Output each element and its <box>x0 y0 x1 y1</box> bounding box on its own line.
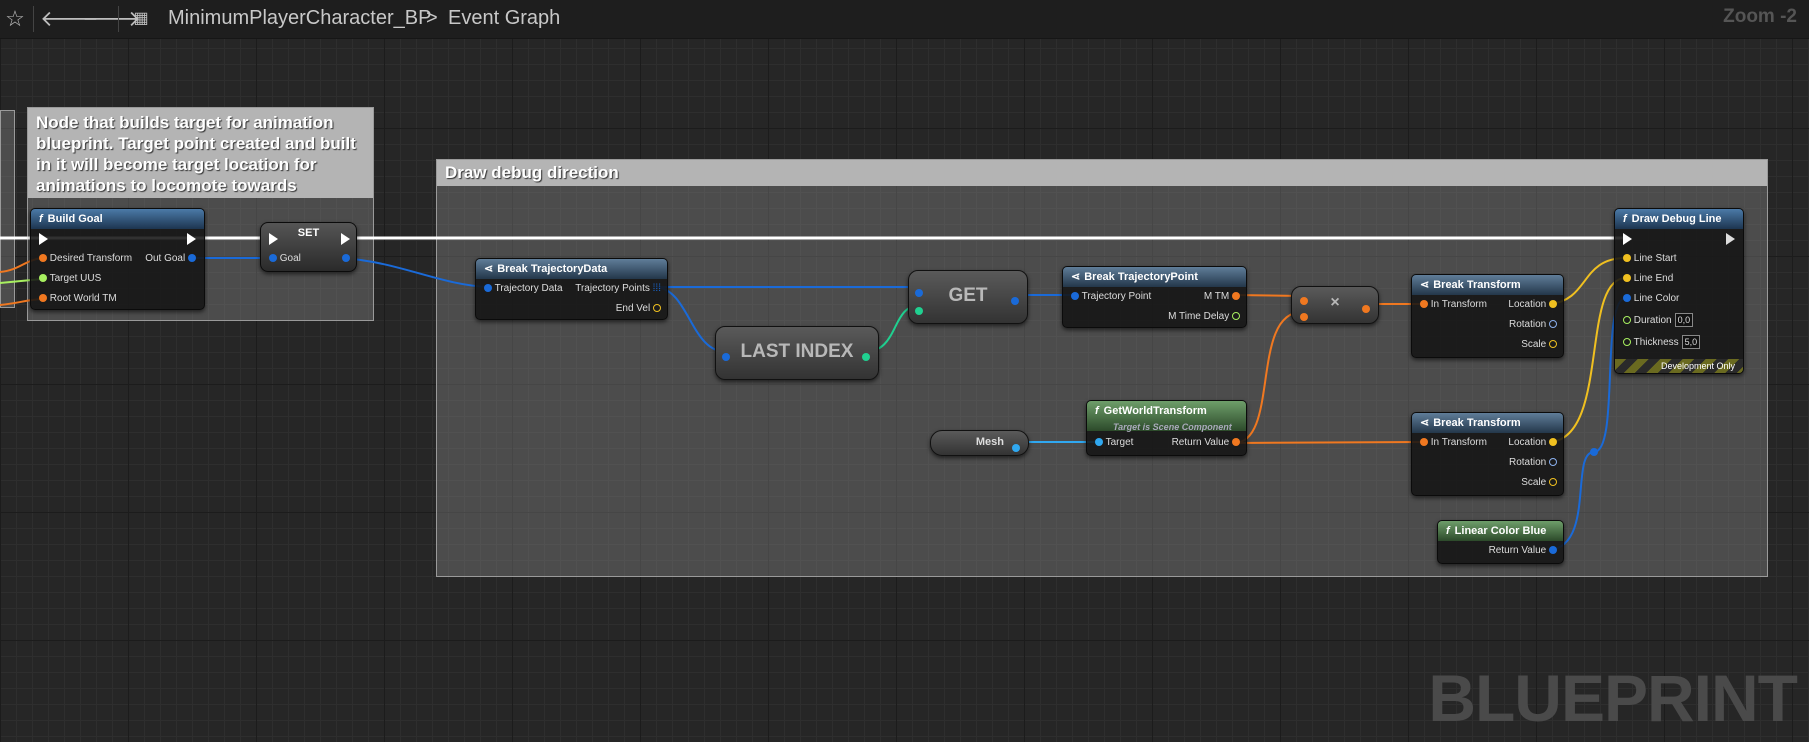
pin-return-value[interactable]: Return Value <box>1172 437 1240 449</box>
node-title: Break Transform <box>1433 417 1521 429</box>
graph-toolbar: ☆ 🡐 🡒 ▦ MinimumPlayerCharacter_BP > Even… <box>0 0 1809 39</box>
exec-out-pin[interactable] <box>1718 233 1735 249</box>
pin-duration[interactable]: Duration 0,0 <box>1623 313 1694 327</box>
pin-location[interactable]: Location <box>1508 299 1557 311</box>
forward-arrow-icon[interactable]: 🡒 <box>82 6 141 32</box>
pin-thickness[interactable]: Thickness 5,0 <box>1623 335 1701 349</box>
node-set[interactable]: SET Goal <box>260 222 357 272</box>
node-title: Break Transform <box>1433 279 1521 291</box>
break-struct-icon: ⋖ <box>484 263 494 275</box>
pin-m-tm[interactable]: M TM <box>1204 291 1240 303</box>
node-subtitle: Target is Scene Component <box>1113 422 1232 432</box>
wire-layer <box>0 236 1627 551</box>
zoom-level: Zoom -2 <box>1723 6 1797 27</box>
node-last-index[interactable]: LAST INDEX <box>715 326 879 380</box>
back-arrow-icon[interactable]: 🡐 <box>40 6 99 32</box>
node-title: Build Goal <box>47 213 103 225</box>
node-title: Mesh <box>975 436 1004 448</box>
pin-index-out[interactable] <box>862 347 870 365</box>
pin-item-out[interactable] <box>1011 291 1019 309</box>
node-title: Draw Debug Line <box>1631 213 1722 225</box>
pin-root-world-tm[interactable]: Root World TM <box>39 293 117 305</box>
node-draw-debug-line[interactable]: f Draw Debug Line Line Start Line End Lin… <box>1614 208 1744 374</box>
node-title: Linear Color Blue <box>1454 525 1547 537</box>
function-icon: f <box>39 213 43 225</box>
pin-line-color[interactable]: Line Color <box>1623 293 1679 305</box>
pin-scale[interactable]: Scale <box>1521 339 1557 351</box>
function-icon: f <box>1095 405 1099 417</box>
exec-out-pin[interactable] <box>341 233 350 247</box>
node-multiply[interactable]: × <box>1291 286 1379 324</box>
pin-location[interactable]: Location <box>1508 437 1557 449</box>
node-mesh[interactable]: Mesh <box>930 430 1029 456</box>
node-break-transform-1[interactable]: ⋖ Break Transform In Transform Location R… <box>1411 274 1564 358</box>
pin-m-time-delay[interactable]: M Time Delay <box>1168 311 1240 323</box>
pin-rotation[interactable]: Rotation <box>1509 457 1557 469</box>
node-break-trajectory-data[interactable]: ⋖ Break TrajectoryData Trajectory Data Tr… <box>475 258 668 320</box>
pin-mesh-out[interactable] <box>1012 438 1020 456</box>
blueprint-watermark: BLUEPRINT <box>1428 661 1798 735</box>
pin-trajectory-points[interactable]: Trajectory Points ⁞⁞⁞ <box>575 283 661 295</box>
pin-end-vel[interactable]: End Vel <box>616 303 661 315</box>
pin-target[interactable]: Target <box>1095 437 1133 449</box>
pin-desired-transform[interactable]: Desired Transform <box>39 253 132 265</box>
breadcrumb-event-graph[interactable]: Event Graph <box>448 6 560 30</box>
node-build-goal[interactable]: f Build Goal Desired Transform Out Goal T… <box>30 208 205 310</box>
function-icon: f <box>1623 213 1627 225</box>
pin-rotation[interactable]: Rotation <box>1509 319 1557 331</box>
development-only-banner: Development Only <box>1615 359 1743 373</box>
toolbar-divider <box>118 6 119 32</box>
node-title: Break TrajectoryPoint <box>1084 271 1198 283</box>
star-icon[interactable]: ☆ <box>2 6 28 32</box>
node-title: LAST INDEX <box>740 341 854 362</box>
blueprint-graph-icon: ▦ <box>133 10 149 27</box>
exec-out-pin[interactable] <box>187 233 196 247</box>
thickness-input[interactable]: 5,0 <box>1681 335 1701 349</box>
function-icon: f <box>1446 525 1450 537</box>
pin-trajectory-data[interactable]: Trajectory Data <box>484 283 563 295</box>
break-struct-icon: ⋖ <box>1420 279 1430 291</box>
node-break-transform-2[interactable]: ⋖ Break Transform In Transform Location R… <box>1411 412 1564 496</box>
breadcrumb-blueprint[interactable]: MinimumPlayerCharacter_BP <box>168 6 431 30</box>
duration-input[interactable]: 0,0 <box>1674 313 1694 327</box>
pin-target-uus[interactable]: Target UUS <box>39 273 101 285</box>
node-get-world-transform[interactable]: f GetWorldTransform Target is Scene Compo… <box>1086 400 1247 456</box>
pin-goal-out[interactable] <box>342 253 350 265</box>
break-struct-icon: ⋖ <box>1071 271 1081 283</box>
pin-trajectory-point[interactable]: Trajectory Point <box>1071 291 1151 303</box>
node-break-trajectory-point[interactable]: ⋖ Break TrajectoryPoint Trajectory Point … <box>1062 266 1247 328</box>
break-struct-icon: ⋖ <box>1420 417 1430 429</box>
exec-in-pin[interactable] <box>1623 233 1632 247</box>
pin-result-out[interactable] <box>1362 299 1370 317</box>
node-get[interactable]: GET <box>908 270 1028 324</box>
pin-return-value[interactable]: Return Value <box>1489 545 1557 557</box>
pin-line-start[interactable]: Line Start <box>1623 253 1677 265</box>
pin-line-end[interactable]: Line End <box>1623 273 1673 285</box>
pin-in-transform[interactable]: In Transform <box>1420 437 1487 449</box>
pin-scale[interactable]: Scale <box>1521 477 1557 489</box>
node-title: GET <box>948 285 988 306</box>
node-title: Break TrajectoryData <box>497 263 608 275</box>
pin-goal-in[interactable]: Goal <box>269 253 301 265</box>
exec-in-pin[interactable] <box>269 233 278 247</box>
pin-in-transform[interactable]: In Transform <box>1420 299 1487 311</box>
array-icon: ⁞⁞⁞ <box>652 283 661 294</box>
pin-out-goal[interactable]: Out Goal <box>145 253 196 265</box>
toolbar-divider <box>33 6 34 32</box>
breadcrumb-separator: > <box>426 7 438 29</box>
exec-in-pin[interactable] <box>39 233 48 247</box>
node-linear-color-blue[interactable]: f Linear Color Blue Return Value <box>1437 520 1564 564</box>
node-title: GetWorldTransform <box>1103 405 1207 417</box>
